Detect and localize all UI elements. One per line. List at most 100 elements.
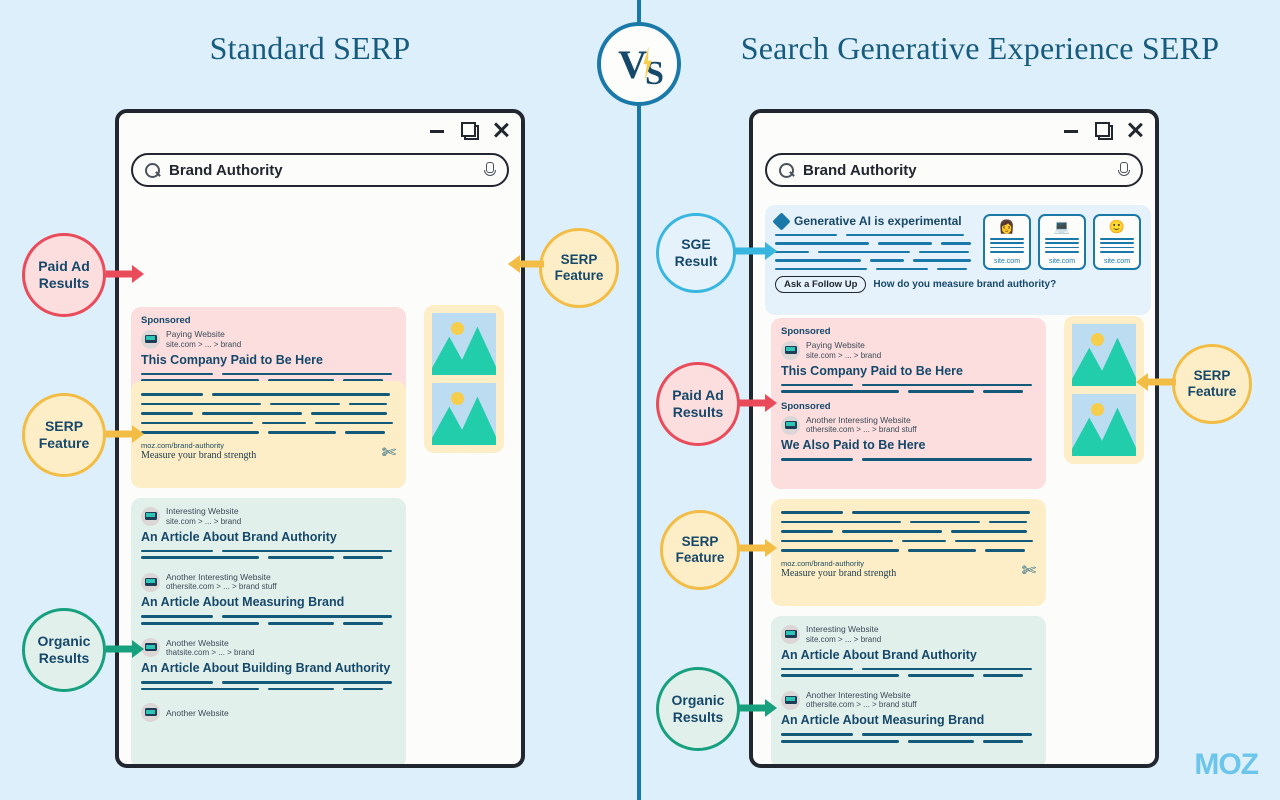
callout-line1: SERP xyxy=(560,252,598,268)
callout-sge-result: SGE Result xyxy=(656,213,736,293)
sponsored-label: Sponsored xyxy=(781,326,831,337)
image-placeholder-icon[interactable] xyxy=(1072,324,1136,386)
ad-site-row: Paying Website site.com > ... > brand xyxy=(781,340,1036,361)
organic-site-row-2: Another Interesting Website othersite.co… xyxy=(141,572,396,593)
organic-title-link[interactable]: An Article About Brand Authority xyxy=(781,648,1036,662)
minimize-icon[interactable] xyxy=(429,122,445,138)
titlebar-left xyxy=(119,113,521,147)
callout-paid-ad-results-left: Paid Ad Results xyxy=(22,233,106,317)
website-icon xyxy=(141,572,160,592)
organic-snippet-lines xyxy=(781,667,1036,677)
image-pack-left xyxy=(424,305,504,453)
scissors-icon: ✄ xyxy=(381,442,396,462)
organic-title-link-3[interactable]: An Article About Building Brand Authorit… xyxy=(141,661,396,675)
arrow-paid-ad-right xyxy=(739,394,777,412)
callout-line1: Paid Ad xyxy=(38,258,90,275)
website-icon xyxy=(141,329,160,349)
arrow-serp-feature-right-mid xyxy=(739,539,777,557)
callout-line2: Results xyxy=(38,275,90,291)
organic-title-link-2[interactable]: An Article About Measuring Brand xyxy=(141,595,396,609)
ad-site-row-2: Another Interesting Website othersite.co… xyxy=(781,415,1036,436)
organic-results-block-right: Interesting Website site.com > ... > bra… xyxy=(771,616,1046,764)
organic-site-url-3: thatsite.com > ... > brand xyxy=(166,648,255,658)
image-placeholder-icon[interactable] xyxy=(1072,394,1136,456)
ad-site-url: site.com > ... > brand xyxy=(806,350,882,360)
organic-site-row: Interesting Website site.com > ... > bra… xyxy=(141,506,396,527)
callout-line1: Paid Ad xyxy=(672,387,724,404)
sge-source-cards: 👩 site.com 💻 site.com 🙂 site.com xyxy=(983,214,1141,270)
close-icon[interactable] xyxy=(493,122,509,138)
snippet-footer: moz.com/brand-authority Measure your bra… xyxy=(781,559,1036,579)
callout-line1: SERP xyxy=(681,534,719,550)
ad-title-link-2[interactable]: We Also Paid to Be Here xyxy=(781,438,1036,452)
callout-organic-results-right: Organic Results xyxy=(656,667,740,751)
restore-icon[interactable] xyxy=(461,122,479,140)
organic-site-name-3: Another Website xyxy=(166,637,229,648)
diamond-icon xyxy=(772,211,791,231)
callout-organic-results-left: Organic Results xyxy=(22,608,106,692)
website-icon xyxy=(781,690,800,710)
serp-feature-snippet-right: moz.com/brand-authority Measure your bra… xyxy=(771,499,1046,606)
ad-snippet-lines xyxy=(781,383,1036,393)
arrow-organic-right xyxy=(739,699,777,717)
paid-ads-block-right: Sponsored Paying Website site.com > ... … xyxy=(771,318,1046,489)
snippet-subtitle: Measure your brand strength xyxy=(781,567,897,579)
arrow-sge-result xyxy=(735,242,777,260)
source-card[interactable]: 🙂 site.com xyxy=(1093,214,1141,270)
search-icon xyxy=(779,162,794,178)
organic-site-url: site.com > ... > brand xyxy=(806,634,882,644)
organic-title-link-2[interactable]: An Article About Measuring Brand xyxy=(781,713,1036,727)
follow-up-row: Ask a Follow Up How do you measure brand… xyxy=(775,275,1141,293)
snippet-url: moz.com/brand-authority xyxy=(781,558,864,568)
callout-line1: SGE xyxy=(681,236,711,253)
ad-title-link[interactable]: This Company Paid to Be Here xyxy=(141,353,396,367)
restore-icon[interactable] xyxy=(1095,122,1113,140)
arrow-serp-feature-left xyxy=(106,425,144,443)
organic-site-name-2: Another Interesting Website xyxy=(806,689,911,700)
search-input[interactable]: Brand Authority xyxy=(131,153,509,187)
ad-site-name: Paying Website xyxy=(166,329,225,339)
image-placeholder-icon[interactable] xyxy=(432,313,496,375)
callout-line2: Feature xyxy=(1187,384,1237,399)
source-card[interactable]: 👩 site.com xyxy=(983,214,1031,270)
ad-snippet-lines-2 xyxy=(781,458,1036,462)
microphone-icon[interactable] xyxy=(483,162,496,178)
callout-line2: Result xyxy=(674,253,718,269)
organic-snippet-lines-3 xyxy=(141,681,396,691)
search-input[interactable]: Brand Authority xyxy=(765,153,1143,187)
ad-title-link[interactable]: This Company Paid to Be Here xyxy=(781,364,1036,378)
source-card[interactable]: 💻 site.com xyxy=(1038,214,1086,270)
callout-paid-ad-results-right: Paid Ad Results xyxy=(656,362,740,446)
close-icon[interactable] xyxy=(1127,122,1143,138)
organic-site-url: site.com > ... > brand xyxy=(166,516,242,526)
snippet-lines xyxy=(781,511,1036,552)
callout-line2: Results xyxy=(672,709,724,725)
organic-title-link[interactable]: An Article About Brand Authority xyxy=(141,530,396,544)
sge-header-text: Generative AI is experimental xyxy=(794,214,962,228)
serp-feature-snippet-left: moz.com/brand-authority Measure your bra… xyxy=(131,381,406,488)
image-pack-right xyxy=(1064,316,1144,464)
organic-site-row-3: Another Website thatsite.com > ... > bra… xyxy=(141,638,396,659)
callout-line2: Results xyxy=(38,650,90,666)
organic-site-name-4: Another Website xyxy=(166,707,229,718)
smiley-emoji: 🙂 xyxy=(1108,219,1126,234)
microphone-icon[interactable] xyxy=(1117,162,1130,178)
browser-window-sge: Brand Authority Generative AI is experim… xyxy=(749,109,1159,768)
organic-snippet-lines xyxy=(141,549,396,559)
organic-snippet-lines-2 xyxy=(141,615,396,625)
ask-follow-up-button[interactable]: Ask a Follow Up xyxy=(775,275,867,293)
page-title-standard-serp: Standard SERP xyxy=(209,30,411,66)
website-icon xyxy=(781,624,800,644)
snippet-url: moz.com/brand-authority xyxy=(141,440,224,450)
organic-site-row-4: Another Website xyxy=(141,703,396,723)
minimize-icon[interactable] xyxy=(1063,122,1079,138)
ad-site-url-2: othersite.com > ... > brand stuff xyxy=(806,425,917,435)
website-icon xyxy=(141,703,160,723)
scissors-icon: ✄ xyxy=(1021,560,1036,580)
callout-serp-feature-right-mid: SERP Feature xyxy=(660,510,740,590)
callout-line1: SERP xyxy=(44,418,84,435)
organic-site-url-2: othersite.com > ... > brand stuff xyxy=(166,582,277,592)
snippet-subtitle: Measure your brand strength xyxy=(141,449,257,461)
callout-line1: Organic xyxy=(37,633,91,650)
image-placeholder-icon[interactable] xyxy=(432,383,496,445)
